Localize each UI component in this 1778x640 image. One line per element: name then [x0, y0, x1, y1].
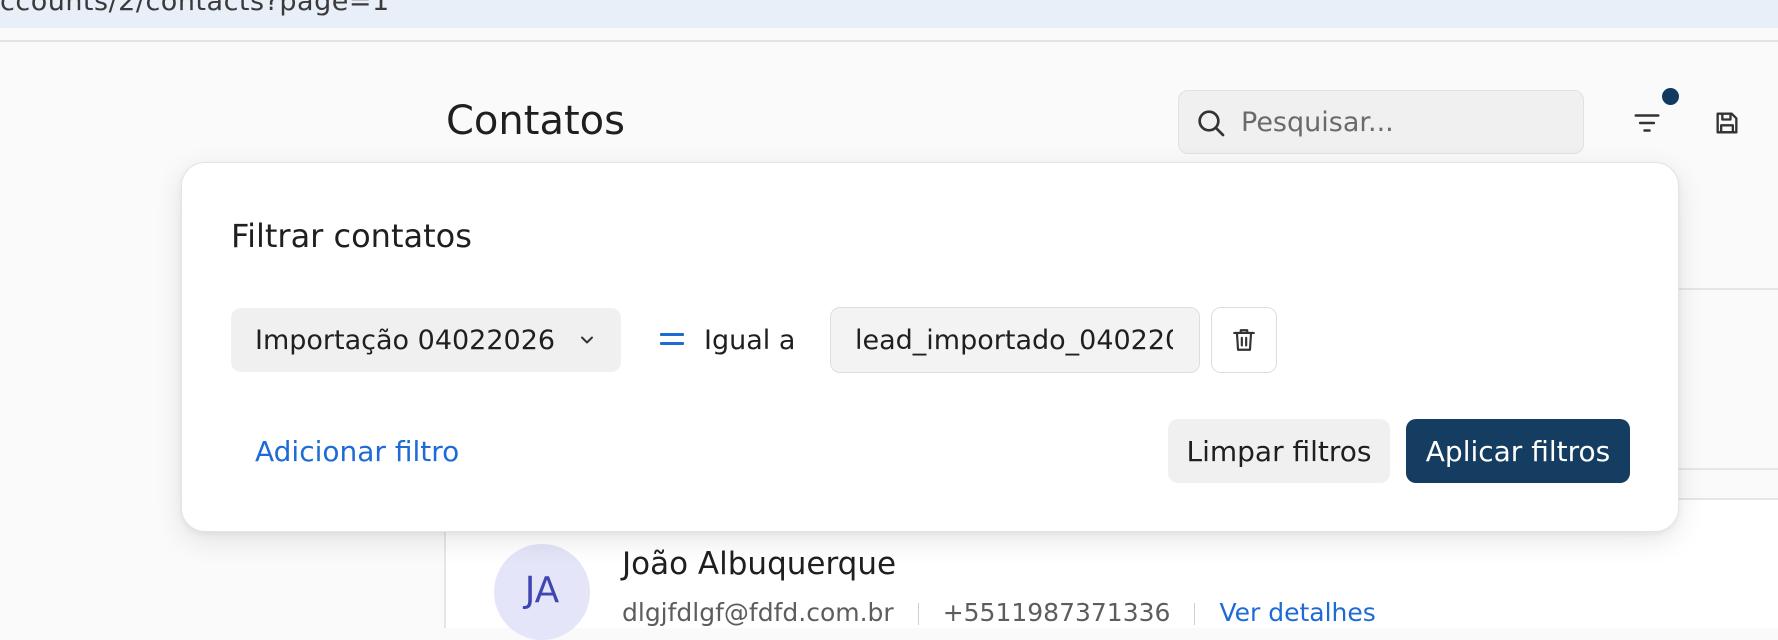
search-input[interactable]: [1241, 101, 1571, 143]
filter-button[interactable]: [1628, 104, 1666, 142]
clear-filters-button[interactable]: Limpar filtros: [1168, 419, 1390, 483]
trash-icon: [1233, 329, 1255, 351]
header-divider: [0, 40, 1778, 42]
separator: [1194, 603, 1196, 625]
view-details-link[interactable]: Ver detalhes: [1219, 598, 1375, 627]
filter-value-field[interactable]: [830, 307, 1200, 373]
add-filter-link[interactable]: Adicionar filtro: [255, 435, 459, 468]
delete-filter-button[interactable]: [1211, 307, 1277, 373]
avatar: JA: [494, 544, 590, 640]
separator: [917, 603, 919, 625]
search-box[interactable]: [1178, 90, 1584, 154]
filter-attribute-value: Importação 04022026: [255, 324, 556, 356]
filter-attribute-select[interactable]: Importação 04022026: [231, 308, 621, 372]
browser-address-bar[interactable]: ccounts/2/contacts?page=1: [0, 0, 1778, 28]
page-title: Contatos: [446, 98, 625, 144]
filter-popover: Filtrar contatos Importação 04022026 Igu…: [181, 162, 1679, 532]
apply-filters-button[interactable]: Aplicar filtros: [1406, 419, 1630, 483]
url-text: ccounts/2/contacts?page=1: [0, 0, 390, 17]
chevron-down-icon: [581, 336, 593, 344]
contact-meta: dlgjfdlgf@fdfd.com.br +5511987371336 Ver d…: [622, 598, 1376, 627]
save-icon: [1716, 112, 1738, 134]
equals-icon: [660, 333, 684, 347]
contact-phone: +5511987371336: [942, 598, 1171, 627]
filter-value-input[interactable]: [855, 318, 1173, 362]
search-icon: [1198, 110, 1225, 137]
filter-icon: [1634, 114, 1660, 132]
filter-operator-label[interactable]: Igual a: [704, 325, 795, 356]
save-filter-button[interactable]: [1708, 104, 1746, 142]
filter-popover-title: Filtrar contatos: [231, 217, 472, 255]
contact-name[interactable]: João Albuquerque: [622, 546, 896, 582]
filter-active-indicator: [1662, 88, 1679, 105]
contact-email: dlgjfdlgf@fdfd.com.br: [622, 598, 894, 627]
